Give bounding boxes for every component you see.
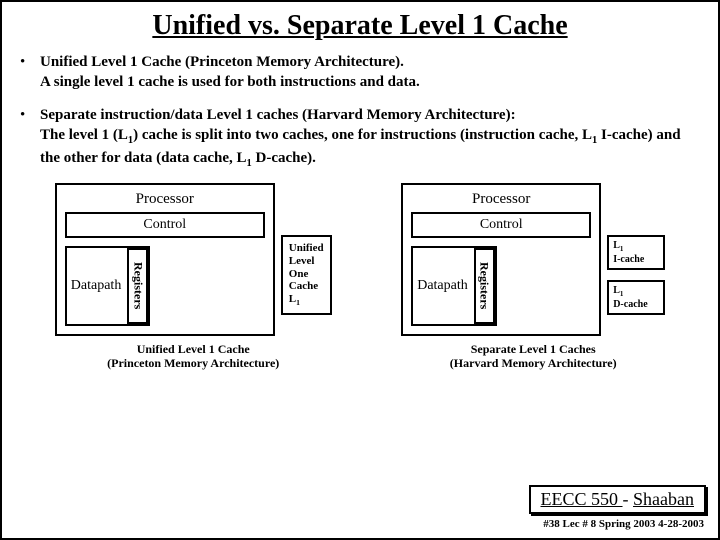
slide-frame: Unified vs. Separate Level 1 Cache • Uni… [0,0,720,540]
cap-left-b: (Princeton Memory Architecture) [107,356,279,370]
diagram-row: Processor Control Datapath Registers Uni… [20,183,700,371]
cap-right-b: (Harvard Memory Architecture) [450,356,617,370]
b2d: D-cache). [252,150,316,166]
bullet-list: • Unified Level 1 Cache (Princeton Memor… [20,52,700,171]
datapath-box: Datapath Registers [65,246,151,326]
registers-box: Registers [474,248,495,324]
caption-left: Unified Level 1 Cache (Princeton Memory … [107,342,279,371]
bullet-dot: • [20,52,40,93]
uc-l5b: 1 [296,298,300,307]
footer-meta: #38 Lec # 8 Spring 2003 4-28-2003 [543,518,704,530]
bullet-1-rest: A single level 1 cache is used for both … [40,74,420,90]
cap-left-a: Unified Level 1 Cache [137,342,250,356]
datapath-row: Datapath Registers [411,246,591,326]
processor-label: Processor [65,191,265,208]
datapath-label: Datapath [67,248,126,324]
caption-right: Separate Level 1 Caches (Harvard Memory … [450,342,617,371]
uc-l4: Cache [289,280,324,293]
cache-stack: L1 I-cache L1 D-cache [607,235,665,315]
bullet-2-text: Separate instruction/data Level 1 caches… [40,105,700,172]
dc-a: L [613,285,620,296]
processor-box-left: Processor Control Datapath Registers [55,183,275,336]
cap-right-a: Separate Level 1 Caches [471,342,596,356]
unified-diagram: Processor Control Datapath Registers Uni… [55,183,332,371]
registers-box: Registers [127,248,148,324]
datapath-label: Datapath [413,248,472,324]
bullet-1: • Unified Level 1 Cache (Princeton Memor… [20,52,700,93]
uc-l1: Unified [289,242,324,255]
b2b: ) cache is split into two caches, one fo… [133,127,592,143]
control-box: Control [65,212,265,238]
bullet-1-text: Unified Level 1 Cache (Princeton Memory … [40,52,700,93]
control-box: Control [411,212,591,238]
footer-badge: EECC 550 - Shaaban [529,485,707,514]
separate-diagram: Processor Control Datapath Registers L1 … [401,183,665,371]
uc-l3: One [289,268,324,281]
bullet-1-bold: Unified Level 1 Cache (Princeton Memory … [40,54,404,70]
datapath-box: Datapath Registers [411,246,497,326]
bullet-2: • Separate instruction/data Level 1 cach… [20,105,700,172]
bullet-2-bold: Separate instruction/data Level 1 caches… [40,107,516,123]
d-cache-box: L1 D-cache [607,280,665,315]
unified-cache-box: Unified Level One Cache L1 [281,235,332,315]
processor-label: Processor [411,191,591,208]
dc-b: 1 [620,290,624,298]
ic-c: I-cache [613,254,644,265]
processor-box-right: Processor Control Datapath Registers [401,183,601,336]
b2a: The level 1 (L [40,127,128,143]
dash: - [623,489,634,509]
i-cache-box: L1 I-cache [607,235,665,270]
bullet-dot: • [20,105,40,172]
slide-title: Unified vs. Separate Level 1 Cache [20,10,700,42]
ic-b: 1 [620,245,624,253]
course-code: EECC 550 [541,489,623,509]
datapath-row: Datapath Registers [65,246,265,326]
author-name: Shaaban [633,489,694,509]
dc-c: D-cache [613,299,647,310]
uc-l2: Level [289,255,324,268]
ic-a: L [613,240,620,251]
